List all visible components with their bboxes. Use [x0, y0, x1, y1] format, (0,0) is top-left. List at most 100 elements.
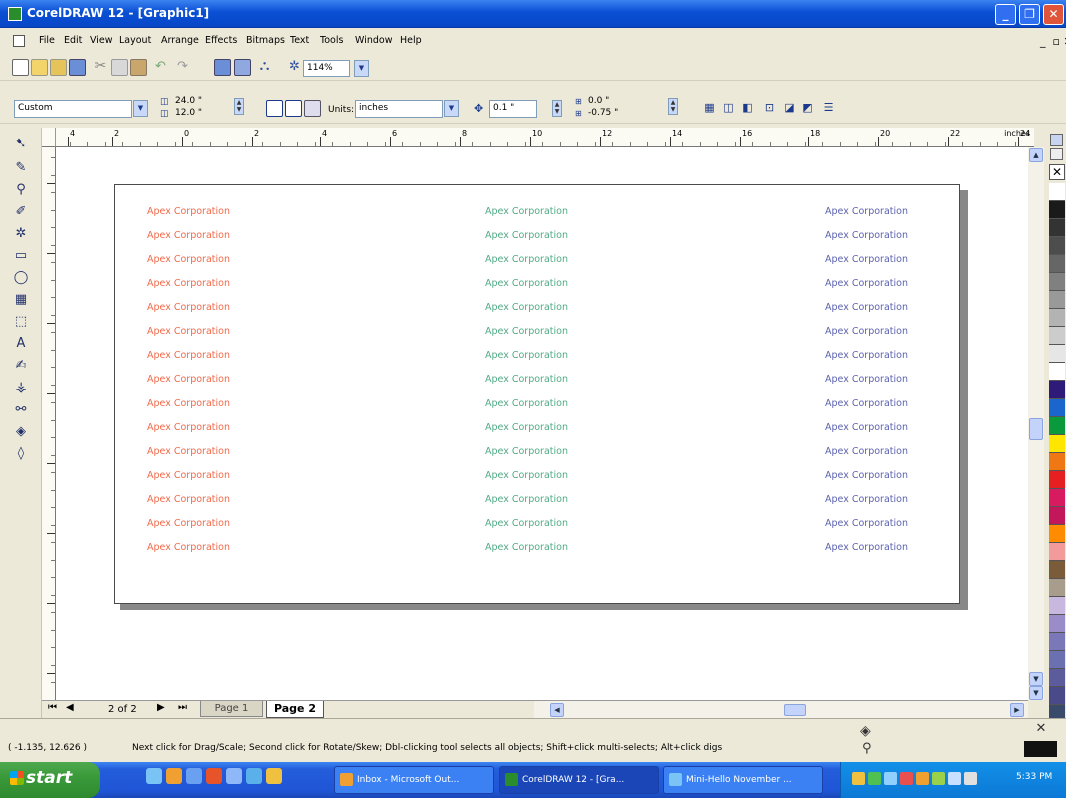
- text-label-3[interactable]: Apex Corporation: [825, 350, 908, 361]
- tray-icon-4[interactable]: [900, 772, 913, 785]
- export-icon[interactable]: [234, 59, 251, 76]
- text-label-3[interactable]: Apex Corporation: [825, 422, 908, 433]
- page-height-field[interactable]: 12.0 ": [172, 108, 230, 121]
- color-swatch[interactable]: [1049, 363, 1065, 381]
- landscape-icon[interactable]: [285, 100, 302, 117]
- units-select[interactable]: inches: [355, 100, 443, 118]
- horizontal-scrollbar[interactable]: ◀ ▶: [534, 700, 1028, 718]
- menu-text[interactable]: Text: [290, 35, 309, 46]
- scroll-right-arrow[interactable]: ▶: [1010, 703, 1024, 717]
- save-icon[interactable]: [69, 59, 86, 76]
- duplicate-y-field[interactable]: -0.75 ": [585, 108, 647, 121]
- close-button[interactable]: ✕: [1043, 4, 1064, 25]
- new-icon[interactable]: [12, 59, 29, 76]
- new-from-template-icon[interactable]: [31, 59, 48, 76]
- color-swatch[interactable]: [1049, 507, 1065, 525]
- color-swatch[interactable]: [1049, 345, 1065, 363]
- color-swatch[interactable]: [1049, 579, 1065, 597]
- text-label-1[interactable]: Apex Corporation: [147, 446, 230, 457]
- color-swatch[interactable]: [1049, 615, 1065, 633]
- text-label-1[interactable]: Apex Corporation: [147, 518, 230, 529]
- document-icon[interactable]: [13, 35, 25, 47]
- menu-edit[interactable]: Edit: [64, 35, 82, 46]
- color-swatch[interactable]: [1049, 237, 1065, 255]
- text-label-2[interactable]: Apex Corporation: [485, 446, 568, 457]
- open-icon[interactable]: [50, 59, 67, 76]
- color-swatch[interactable]: [1049, 453, 1065, 471]
- polygon-tool-icon[interactable]: ▦: [10, 290, 32, 310]
- text-label-2[interactable]: Apex Corporation: [485, 518, 568, 529]
- previous-page-button[interactable]: ◀: [66, 702, 74, 713]
- shape-tool-icon[interactable]: ✎: [10, 158, 32, 178]
- text-label-1[interactable]: Apex Corporation: [147, 230, 230, 241]
- vertical-ruler[interactable]: [42, 147, 56, 700]
- text-label-2[interactable]: Apex Corporation: [485, 494, 568, 505]
- text-label-2[interactable]: Apex Corporation: [485, 470, 568, 481]
- menu-tools[interactable]: Tools: [320, 35, 343, 46]
- taskbar-item-coreldraw[interactable]: CorelDRAW 12 - [Gra...: [499, 766, 659, 794]
- page-preset-select[interactable]: Custom: [14, 100, 132, 118]
- rectangle-tool-icon[interactable]: ▭: [10, 246, 32, 266]
- basic-shapes-tool-icon[interactable]: ⬚: [10, 312, 32, 332]
- text-label-1[interactable]: Apex Corporation: [147, 350, 230, 361]
- text-label-3[interactable]: Apex Corporation: [825, 254, 908, 265]
- scroll-left-arrow[interactable]: ◀: [550, 703, 564, 717]
- color-swatch[interactable]: [1049, 327, 1065, 345]
- text-label-3[interactable]: Apex Corporation: [825, 398, 908, 409]
- text-label-2[interactable]: Apex Corporation: [485, 230, 568, 241]
- color-swatch[interactable]: [1049, 273, 1065, 291]
- portrait-icon[interactable]: [266, 100, 283, 117]
- page-size-spinner[interactable]: ▲ ▼: [234, 98, 244, 115]
- color-swatch[interactable]: [1049, 381, 1065, 399]
- draw-lines-icon[interactable]: ◩: [799, 100, 816, 117]
- text-label-2[interactable]: Apex Corporation: [485, 206, 568, 217]
- tab-page-2[interactable]: Page 2: [266, 701, 324, 718]
- color-swatch[interactable]: [1049, 219, 1065, 237]
- tray-icon-6[interactable]: [932, 772, 945, 785]
- snap-to-grid-icon[interactable]: ▦: [701, 100, 718, 117]
- color-swatch[interactable]: [1049, 471, 1065, 489]
- text-label-3[interactable]: Apex Corporation: [825, 518, 908, 529]
- copy-icon[interactable]: [111, 59, 128, 76]
- text-label-3[interactable]: Apex Corporation: [825, 326, 908, 337]
- quicklaunch-ie-icon[interactable]: [146, 768, 162, 784]
- quicklaunch-folder-icon[interactable]: [266, 768, 282, 784]
- color-swatch[interactable]: [1049, 435, 1065, 453]
- apply-all-pages-icon[interactable]: [304, 100, 321, 117]
- text-label-2[interactable]: Apex Corporation: [485, 326, 568, 337]
- menu-bitmaps[interactable]: Bitmaps: [246, 35, 285, 46]
- treat-as-filled-icon[interactable]: ◪: [781, 100, 798, 117]
- text-label-1[interactable]: Apex Corporation: [147, 254, 230, 265]
- paste-icon[interactable]: [130, 59, 147, 76]
- fill-tool-icon[interactable]: ◈: [10, 422, 32, 442]
- color-swatch[interactable]: [1049, 255, 1065, 273]
- text-label-1[interactable]: Apex Corporation: [147, 278, 230, 289]
- nudge-spinner[interactable]: ▲ ▼: [552, 100, 562, 117]
- palette-scroll-up-icon[interactable]: [1050, 148, 1063, 160]
- color-swatch[interactable]: [1049, 489, 1065, 507]
- tray-icon-7[interactable]: [948, 772, 961, 785]
- text-label-1[interactable]: Apex Corporation: [147, 206, 230, 217]
- units-dropdown-arrow[interactable]: ▼: [444, 100, 459, 117]
- text-label-1[interactable]: Apex Corporation: [147, 470, 230, 481]
- application-launcher-icon[interactable]: ⛬: [256, 59, 273, 76]
- options-icon[interactable]: ☰: [820, 100, 837, 117]
- color-swatch[interactable]: [1049, 201, 1065, 219]
- last-page-button[interactable]: ⏭: [178, 702, 187, 713]
- color-swatch[interactable]: [1049, 183, 1065, 201]
- quicklaunch-browser-icon[interactable]: [186, 768, 202, 784]
- text-label-2[interactable]: Apex Corporation: [485, 542, 568, 553]
- horizontal-scroll-thumb[interactable]: [784, 704, 806, 716]
- horizontal-ruler[interactable]: 4 2 0 2 4 6 8 10 12 14 16 18 20 22 24 inches: [42, 128, 1034, 147]
- scroll-down-double-arrow[interactable]: ▼: [1029, 686, 1043, 700]
- scroll-up-arrow[interactable]: ▲: [1029, 148, 1043, 162]
- corel-online-icon[interactable]: ✲: [286, 59, 303, 76]
- text-label-1[interactable]: Apex Corporation: [147, 326, 230, 337]
- color-swatch[interactable]: [1049, 309, 1065, 327]
- pick-tool-icon[interactable]: ➷: [10, 134, 32, 154]
- undo-icon[interactable]: ↶: [152, 59, 169, 76]
- text-label-1[interactable]: Apex Corporation: [147, 398, 230, 409]
- text-label-3[interactable]: Apex Corporation: [825, 446, 908, 457]
- ruler-origin[interactable]: [42, 128, 56, 147]
- interactive-blend-tool-icon[interactable]: ✍: [10, 356, 32, 376]
